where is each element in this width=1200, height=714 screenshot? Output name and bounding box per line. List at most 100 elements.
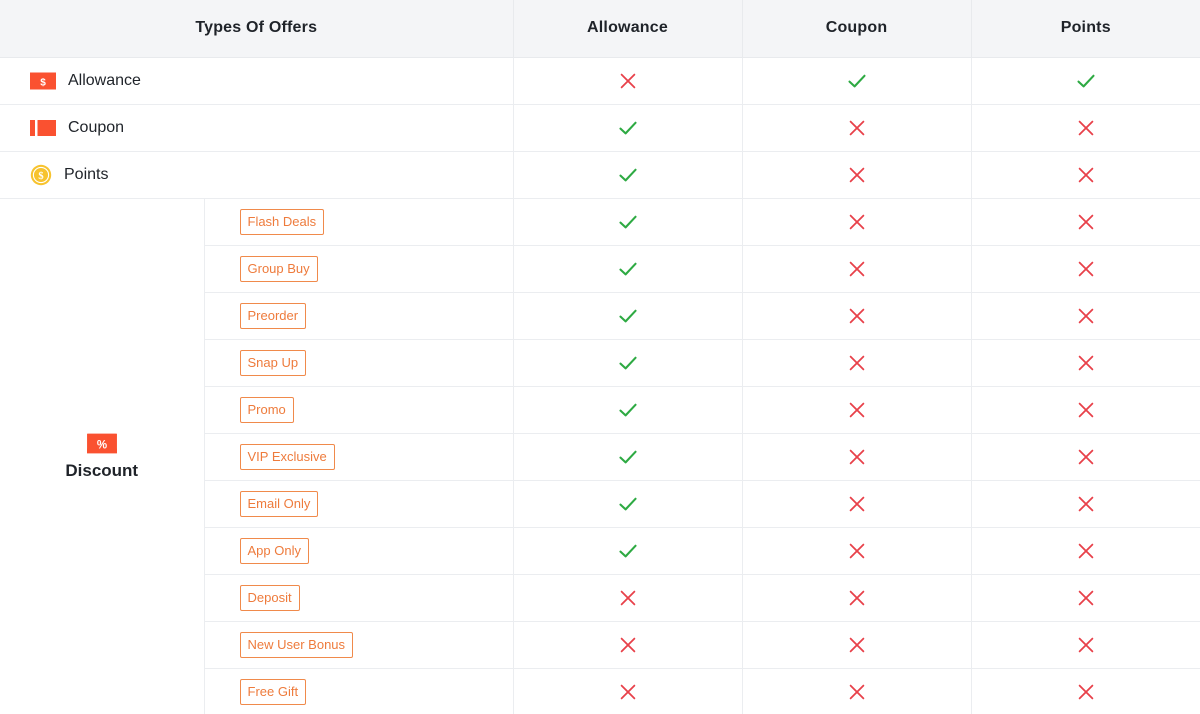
cell-coupon-points — [971, 104, 1200, 152]
offer-tag[interactable]: Promo — [239, 396, 294, 423]
check-mark-icon — [616, 116, 640, 140]
offer-tag[interactable]: Flash Deals — [239, 208, 325, 235]
cross-mark-icon — [616, 69, 640, 93]
svg-text:$: $ — [38, 170, 43, 181]
cell-discount-1-coupon — [742, 245, 972, 293]
cell-allowance-allowance — [513, 57, 743, 105]
cell-allowance-points — [971, 57, 1200, 105]
offer-subtype-cell: Snap Up — [204, 339, 514, 387]
cross-mark-icon — [845, 257, 869, 281]
cell-discount-3-coupon — [742, 339, 972, 387]
cell-discount-9-points — [971, 621, 1200, 669]
check-mark-icon — [616, 304, 640, 328]
cross-mark-icon — [1074, 351, 1098, 375]
cross-mark-icon — [845, 351, 869, 375]
cell-discount-10-coupon — [742, 668, 972, 714]
offer-name-label: Points — [64, 165, 109, 183]
cell-discount-6-points — [971, 480, 1200, 528]
offer-subtype-cell: Promo — [204, 386, 514, 434]
cross-mark-icon — [1074, 304, 1098, 328]
offer-subtype-cell: VIP Exclusive — [204, 433, 514, 481]
offer-tag[interactable]: App Only — [239, 537, 309, 564]
cross-mark-icon — [616, 633, 640, 657]
cross-mark-icon — [845, 210, 869, 234]
offer-subtype-cell: Deposit — [204, 574, 514, 622]
offer-group-cell-discount: % Discount — [0, 198, 205, 714]
cell-discount-5-points — [971, 433, 1200, 481]
check-mark-icon — [616, 257, 640, 281]
offer-subtype-cell: New User Bonus — [204, 621, 514, 669]
check-mark-icon — [616, 539, 640, 563]
svg-text:$: $ — [40, 77, 46, 88]
cell-discount-5-coupon — [742, 433, 972, 481]
table-row: Coupon — [0, 104, 1200, 152]
cell-points-points — [971, 151, 1200, 199]
offer-subtype-cell: Free Gift — [204, 668, 514, 714]
table-header-row: Types Of Offers Allowance Coupon Points — [0, 0, 1200, 58]
cross-mark-icon — [845, 163, 869, 187]
cross-mark-icon — [1074, 398, 1098, 422]
cross-mark-icon — [845, 445, 869, 469]
offer-subtype-cell: App Only — [204, 527, 514, 575]
column-header-coupon: Coupon — [742, 0, 972, 58]
cell-discount-8-points — [971, 574, 1200, 622]
offer-tag[interactable]: Deposit — [239, 584, 300, 611]
column-header-types-of-offers: Types Of Offers — [0, 0, 514, 58]
cross-mark-icon — [1074, 445, 1098, 469]
cell-points-coupon — [742, 151, 972, 199]
cell-discount-7-coupon — [742, 527, 972, 575]
table-header: Types Of Offers Allowance Coupon Points — [0, 0, 1200, 58]
cross-mark-icon — [616, 680, 640, 704]
cell-discount-3-allowance — [513, 339, 743, 387]
cell-points-allowance — [513, 151, 743, 199]
cross-mark-icon — [1074, 586, 1098, 610]
cross-mark-icon — [1074, 116, 1098, 140]
coin-dollar-icon: $ — [30, 164, 52, 186]
cross-mark-icon — [1074, 633, 1098, 657]
cell-discount-0-points — [971, 198, 1200, 246]
cell-discount-1-allowance — [513, 245, 743, 293]
cell-discount-9-coupon — [742, 621, 972, 669]
table-row: % Discount Flash Deals — [0, 198, 1200, 714]
offer-tag[interactable]: Free Gift — [239, 678, 307, 705]
cross-mark-icon — [845, 116, 869, 140]
check-mark-icon — [845, 69, 869, 93]
offer-group-label: Discount — [65, 461, 139, 480]
offer-subtype-cell: Email Only — [204, 480, 514, 528]
check-mark-icon — [616, 398, 640, 422]
cell-discount-4-points — [971, 386, 1200, 434]
offer-name-label: Coupon — [68, 118, 125, 136]
table-row: $ Points — [0, 151, 1200, 199]
offer-tag[interactable]: Snap Up — [239, 349, 307, 376]
cross-mark-icon — [1074, 210, 1098, 234]
cell-discount-2-allowance — [513, 292, 743, 340]
check-mark-icon — [616, 492, 640, 516]
cell-discount-1-points — [971, 245, 1200, 293]
column-header-points: Points — [971, 0, 1200, 58]
ticket-percent-icon: % — [86, 432, 117, 455]
offer-compatibility-matrix: Types Of Offers Allowance Coupon Points … — [0, 0, 1200, 714]
cell-discount-5-allowance — [513, 433, 743, 481]
offer-tag[interactable]: Group Buy — [239, 255, 318, 282]
cross-mark-icon — [845, 304, 869, 328]
check-mark-icon — [616, 163, 640, 187]
cell-coupon-allowance — [513, 104, 743, 152]
cell-discount-8-allowance — [513, 574, 743, 622]
cross-mark-icon — [845, 539, 869, 563]
ticket-dollar-icon: $ — [30, 71, 56, 91]
offer-tag[interactable]: VIP Exclusive — [239, 443, 335, 470]
check-mark-icon — [1074, 69, 1098, 93]
cell-discount-7-points — [971, 527, 1200, 575]
cell-coupon-coupon — [742, 104, 972, 152]
cell-discount-4-allowance — [513, 386, 743, 434]
cross-mark-icon — [845, 633, 869, 657]
cross-mark-icon — [1074, 492, 1098, 516]
offer-tag[interactable]: Preorder — [239, 302, 307, 329]
cell-discount-2-coupon — [742, 292, 972, 340]
svg-text:%: % — [97, 439, 107, 451]
offer-subtype-cell: Preorder — [204, 292, 514, 340]
cross-mark-icon — [1074, 680, 1098, 704]
offer-tag[interactable]: New User Bonus — [239, 631, 354, 658]
check-mark-icon — [616, 351, 640, 375]
offer-tag[interactable]: Email Only — [239, 490, 319, 517]
